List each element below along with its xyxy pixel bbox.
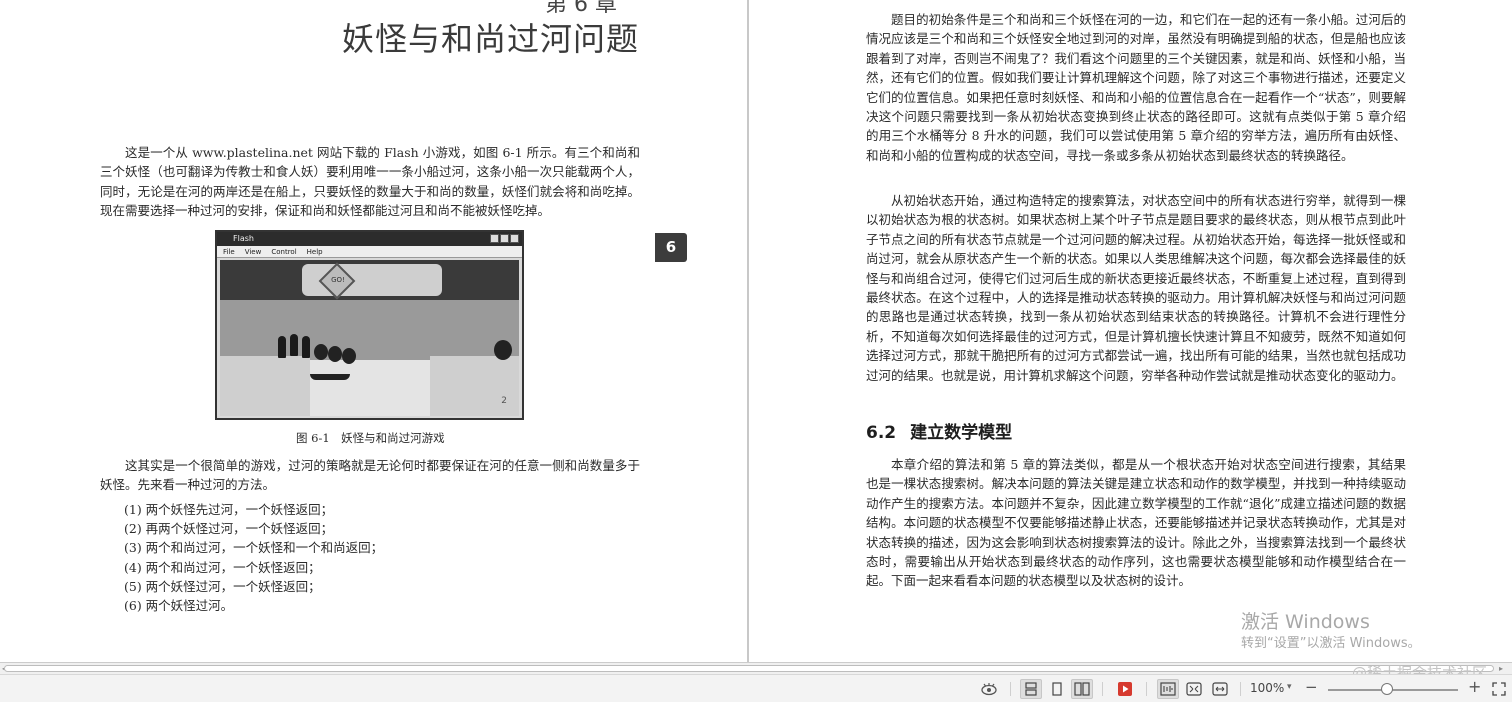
left-page: 第 6 章 妖怪与和尚过河问题 这是一个从 www.plastelina.net…: [0, 0, 747, 662]
status-bar: 100% ▾ − +: [0, 674, 1512, 702]
reading-mode-button[interactable]: [978, 679, 1000, 699]
after-figure-paragraph: 这其实是一个很简单的游戏，过河的策略就是无论何时都要保证在河的任意一侧和尚数量多…: [100, 456, 640, 495]
zoom-level[interactable]: 100%: [1250, 681, 1284, 695]
watermark-title: 激活 Windows: [1241, 611, 1370, 633]
document-viewer[interactable]: 第 6 章 妖怪与和尚过河问题 这是一个从 www.plastelina.net…: [0, 0, 1512, 662]
zoom-in-button[interactable]: +: [1468, 677, 1481, 696]
state-tree-paragraph: 从初始状态开始，通过构造特定的搜索算法，对状态空间中的所有状态进行穷举，就得到一…: [866, 191, 1406, 385]
boat: [310, 374, 350, 380]
monster-figure: [328, 346, 342, 362]
maximize-icon: [500, 234, 509, 243]
single-page-icon: [1052, 682, 1062, 696]
fit-width-icon: [1212, 682, 1228, 696]
scroll-right-icon[interactable]: ▸: [1499, 663, 1503, 674]
figure-window-titlebar: Flash: [217, 232, 522, 246]
status-separator: [1146, 682, 1147, 696]
figure-right-bank: [430, 356, 519, 416]
chapter-tab: 6: [655, 233, 687, 262]
chapter-title: 妖怪与和尚过河问题: [341, 20, 639, 58]
watermark-subtitle: 转到“设置”以激活 Windows。: [1241, 636, 1421, 651]
actual-size-icon: [1160, 682, 1176, 696]
list-item: (1) 两个妖怪先过河，一个妖怪返回；: [124, 502, 334, 517]
continuous-scroll-button[interactable]: [1020, 679, 1042, 699]
fullscreen-button[interactable]: [1488, 679, 1510, 699]
windows-activation-watermark: 激活 Windows 转到“设置”以激活 Windows。: [1241, 609, 1421, 653]
continuous-page-icon: [1025, 682, 1037, 696]
figure-river: [310, 360, 430, 416]
intro-text: 这是一个从 www.plastelina.net 网站下载的 Flash 小游戏…: [100, 145, 640, 219]
zoom-slider[interactable]: [1328, 689, 1458, 691]
crossing-steps-list: (1) 两个妖怪先过河，一个妖怪返回； (2) 再两个妖怪过河，一个妖怪返回； …: [124, 500, 383, 615]
list-item: (4) 两个和尚过河，一个妖怪返回；: [124, 559, 321, 575]
section-number: 6.2: [866, 423, 897, 443]
monster-figure: [342, 348, 356, 364]
dual-page-icon: [1074, 682, 1090, 696]
section-title: 建立数学模型: [910, 423, 1013, 443]
figure-menubar: File View Control Help: [217, 246, 522, 258]
fit-width-button[interactable]: [1209, 679, 1231, 699]
figure-menu-file: File: [223, 248, 235, 256]
list-item: (2) 再两个妖怪过河，一个妖怪返回；: [124, 521, 334, 537]
list-item: (6) 两个妖怪过河。: [124, 598, 234, 614]
after-figure-text: 这其实是一个很简单的游戏，过河的策略就是无论何时都要保证在河的任意一侧和尚数量多…: [100, 458, 640, 493]
figure-game-screenshot: Flash File View Control Help GO! 2: [215, 230, 524, 420]
actual-size-button[interactable]: [1157, 679, 1179, 699]
play-icon: [1118, 682, 1132, 696]
minimize-icon: [490, 234, 499, 243]
single-page-button[interactable]: [1046, 679, 1068, 699]
monk-figure: [302, 336, 310, 358]
figure-menu-help: Help: [306, 248, 323, 256]
state-definition-paragraph: 题目的初始条件是三个和尚和三个妖怪在河的一边，和它们在一起的还有一条小船。过河后…: [866, 10, 1406, 165]
horizontal-scrollbar-thumb[interactable]: [4, 665, 1494, 672]
paragraph-text: 从初始状态开始，通过构造特定的搜索算法，对状态空间中的所有状态进行穷举，就得到一…: [866, 193, 1406, 383]
go-label: GO!: [331, 276, 345, 284]
paragraph-text: 题目的初始条件是三个和尚和三个妖怪在河的一边，和它们在一起的还有一条小船。过河后…: [866, 12, 1406, 163]
section-heading: 6.2 建立数学模型: [866, 418, 1012, 443]
monster-figure: [494, 340, 512, 360]
figure-menu-control: Control: [271, 248, 297, 256]
list-item: (3) 两个和尚过河，一个妖怪和一个和尚返回；: [124, 540, 384, 556]
chevron-down-icon[interactable]: ▾: [1287, 682, 1292, 692]
eye-icon: [981, 683, 997, 696]
figure-window-title: Flash: [233, 234, 254, 243]
status-separator: [1102, 682, 1103, 696]
figure-game-scene: GO! 2: [220, 260, 519, 416]
paragraph-text: 本章介绍的算法和第 5 章的算法类似，都是从一个根状态开始对状态空间进行搜索，其…: [866, 457, 1406, 589]
list-item: (5) 两个妖怪过河，一个妖怪返回；: [124, 578, 321, 594]
horizontal-scrollbar[interactable]: ◂ ▸: [0, 662, 1512, 674]
zoom-slider-thumb[interactable]: [1380, 683, 1393, 695]
slideshow-button[interactable]: [1114, 679, 1136, 699]
close-icon: [510, 234, 519, 243]
figure-counter: 2: [501, 396, 507, 406]
vertical-scrollbar[interactable]: [1496, 0, 1512, 662]
figure-menu-view: View: [244, 248, 262, 256]
monk-figure: [290, 334, 298, 356]
fullscreen-icon: [1492, 682, 1506, 696]
math-model-paragraph: 本章介绍的算法和第 5 章的算法类似，都是从一个根状态开始对状态空间进行搜索，其…: [866, 455, 1406, 591]
figure-left-bank: [220, 356, 310, 416]
monster-figure: [314, 344, 328, 360]
fit-page-button[interactable]: [1183, 679, 1205, 699]
figure-window-controls: [490, 234, 519, 243]
intro-paragraph: 这是一个从 www.plastelina.net 网站下载的 Flash 小游戏…: [100, 143, 640, 221]
status-separator: [1010, 682, 1011, 696]
fit-page-icon: [1186, 682, 1202, 696]
zoom-out-button[interactable]: −: [1305, 678, 1318, 696]
figure-caption: 图 6-1 妖怪与和尚过河游戏: [296, 431, 445, 445]
status-separator: [1240, 682, 1241, 696]
monk-figure: [278, 336, 286, 358]
dual-page-button[interactable]: [1071, 679, 1093, 699]
